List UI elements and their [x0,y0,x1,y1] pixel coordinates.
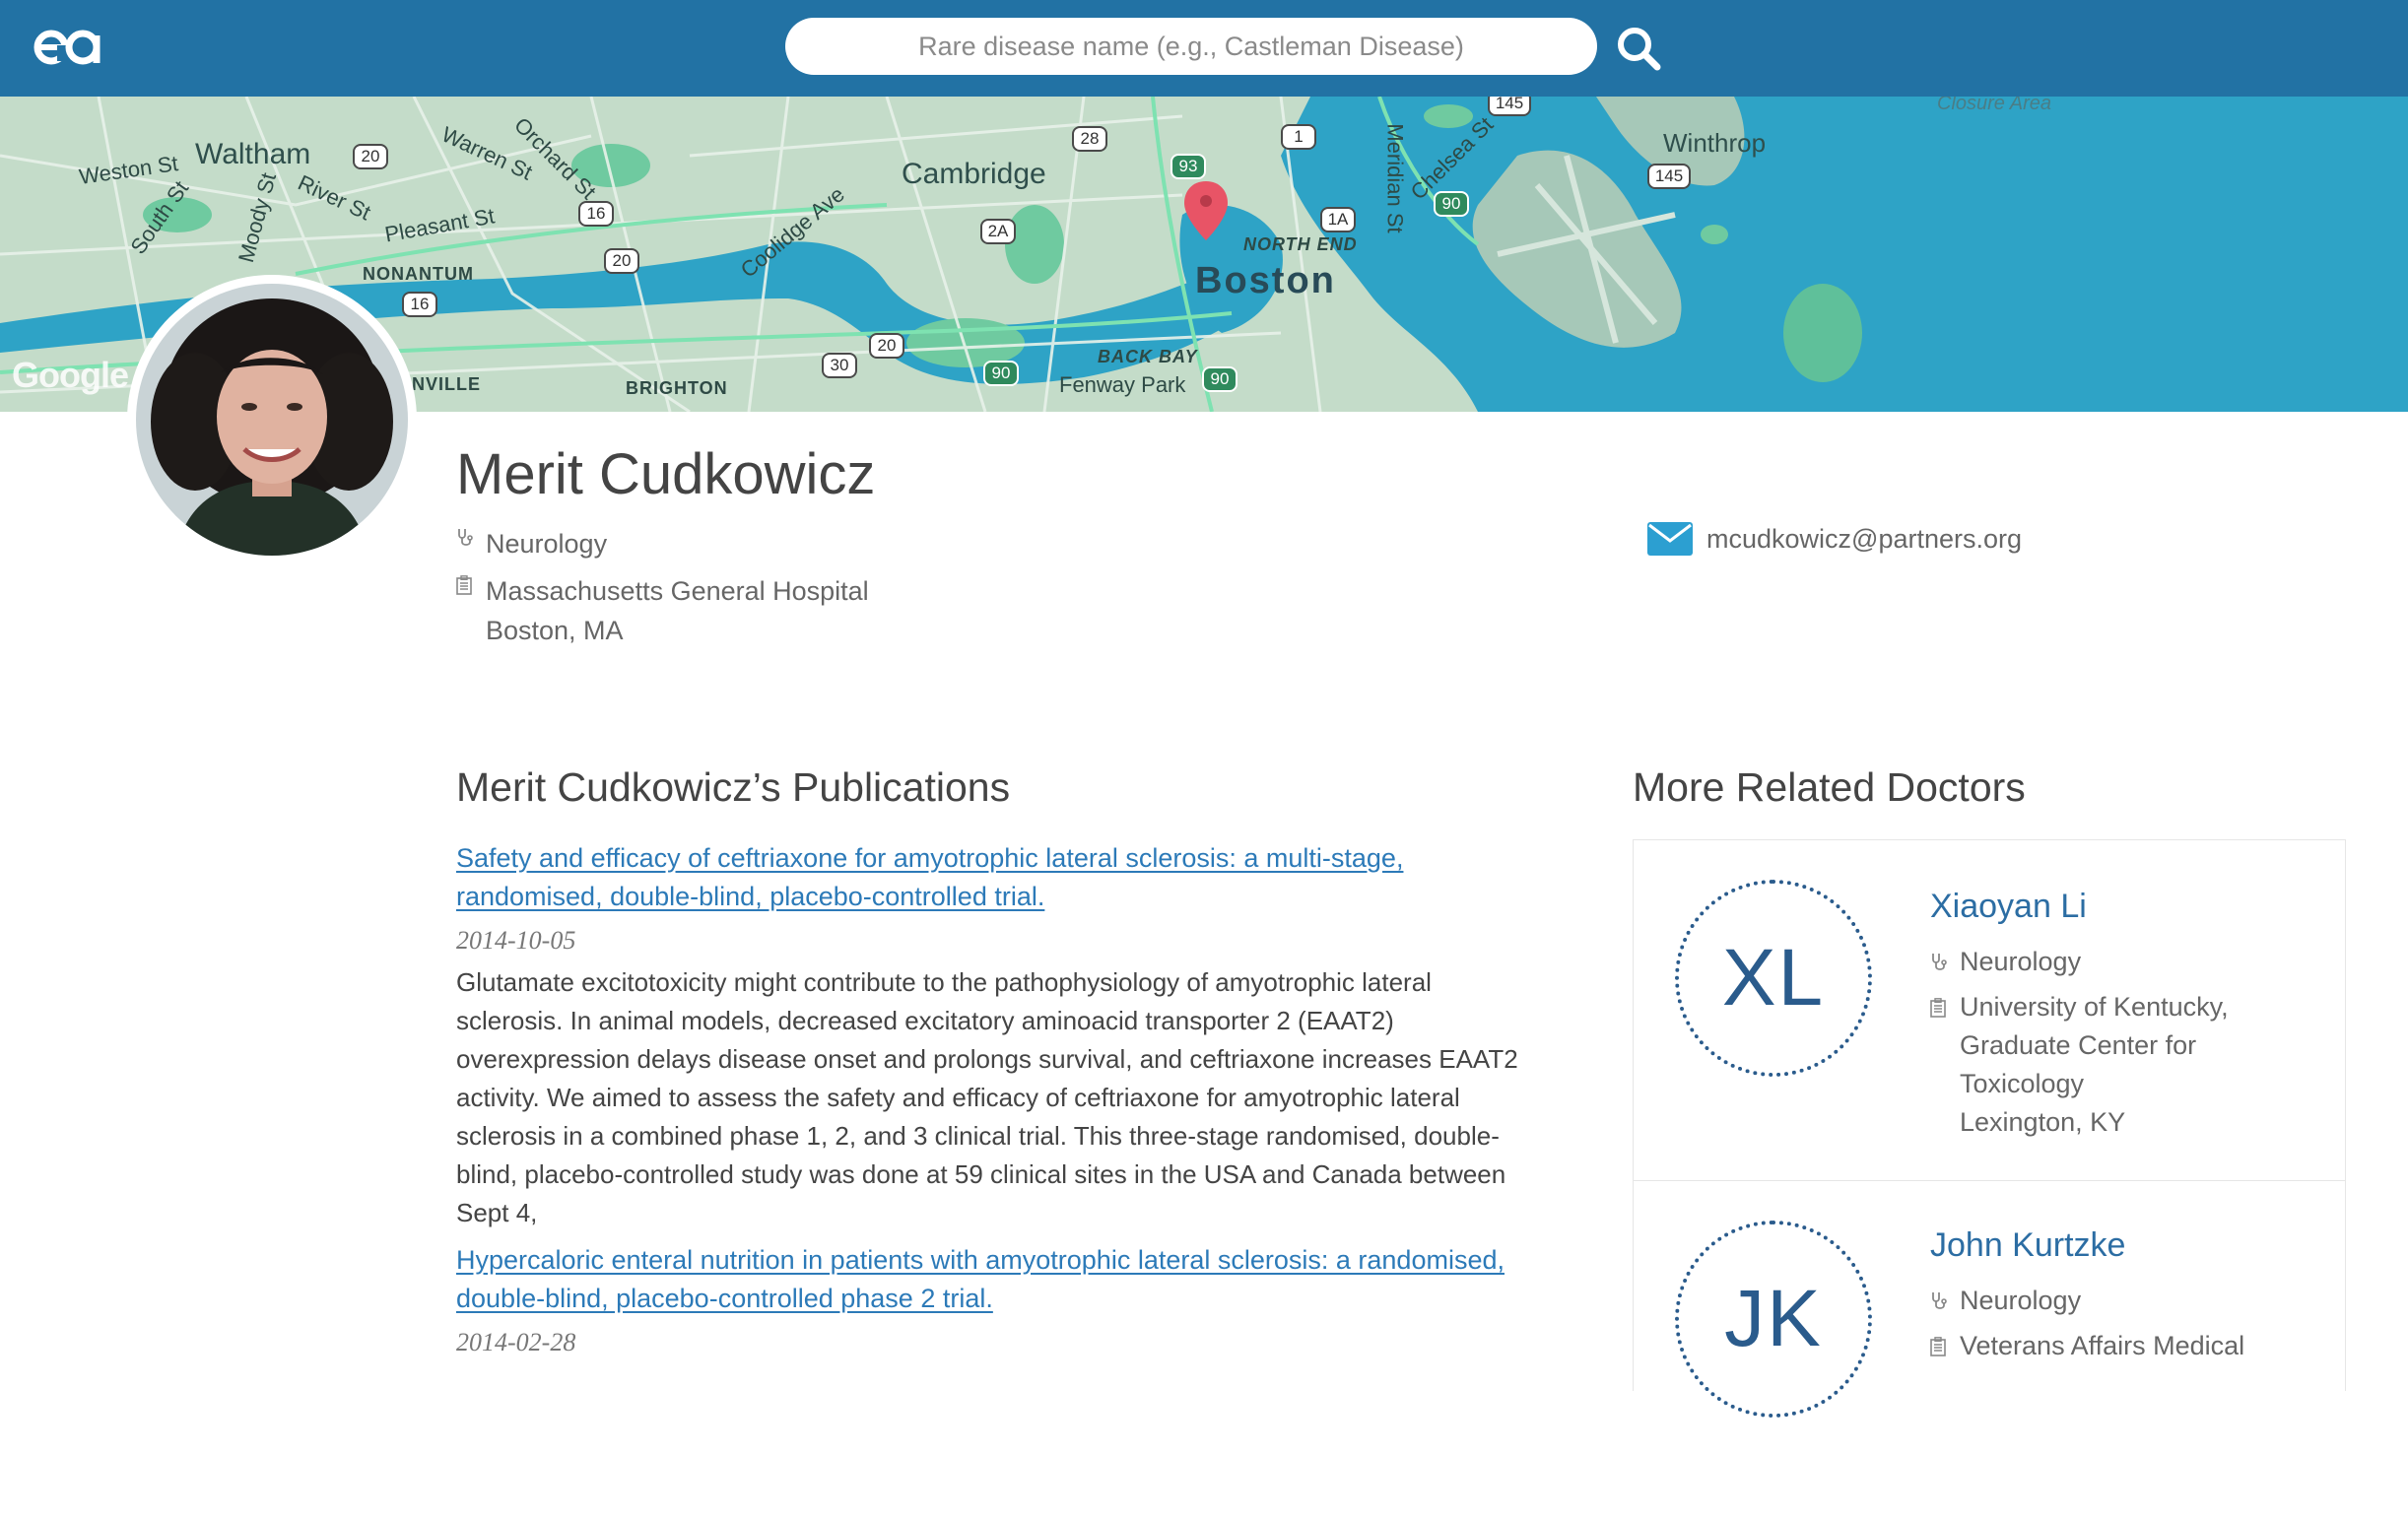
map-label-north-end: NORTH END [1243,234,1358,254]
related-doctor-hospital-row: Veterans Affairs Medical [1930,1327,2244,1365]
map-label-nonantum: NONANTUM [363,264,474,284]
route-shield: 20 [604,248,639,274]
related-doctor-card[interactable]: XL Xiaoyan Li Neurology University of Ke… [1634,840,2345,1180]
map-label-cambridge: Cambridge [902,158,1046,190]
map-label-boston: Boston [1195,260,1336,301]
related-doctors-heading: More Related Doctors [1633,764,2026,810]
doctor-hospital: Massachusetts General Hospital [486,576,869,606]
stethoscope-icon [456,524,486,548]
related-doctor-name-link[interactable]: Xiaoyan Li [1930,888,2087,926]
hospital-row: Massachusetts General Hospital Boston, M… [456,571,869,650]
route-shield: 28 [1072,126,1107,152]
publication-item: Safety and efficacy of ceftriaxone for a… [456,839,1540,1232]
stethoscope-icon [1930,943,1960,979]
doctor-location: Boston, MA [486,616,624,645]
route-shield: 1 [1281,124,1316,150]
route-shield: 16 [402,292,437,317]
search-input[interactable] [785,18,1597,75]
related-doctor-specialty: Neurology [1960,947,2082,976]
related-doctor-name-link[interactable]: John Kurtzke [1930,1226,2125,1265]
route-shield: 93 [1171,154,1206,179]
route-shield: 90 [1434,191,1469,217]
related-doctor-hospital-line: Toxicology [1960,1069,2085,1098]
related-doctor-specialty-row: Neurology [1930,943,2081,981]
route-shield: 20 [869,333,904,359]
ea-logo-icon[interactable] [32,24,102,71]
related-doctor-hospital-line: University of Kentucky, [1960,992,2229,1022]
map-label-waltham: Waltham [195,138,311,170]
map-label-newtonville: NVILLE [412,374,482,394]
doctor-email-link[interactable]: mcudkowicz@partners.org [1706,524,2022,555]
publication-item: Hypercaloric enteral nutrition in patien… [456,1241,1540,1361]
map-label-brighton: BRIGHTON [626,378,728,398]
map-label-fenway-park: Fenway Park [1059,372,1186,397]
publication-date: 2014-10-05 [456,926,576,955]
doctor-initials-avatar: JK [1675,1221,1872,1418]
map-label-closure-area: Closure Area [1937,97,2051,114]
route-shield: 90 [1202,366,1237,392]
specialty-row: Neurology [456,524,607,563]
email-row: mcudkowicz@partners.org [1647,522,2022,556]
map-label-back-bay: BACK BAY [1098,347,1198,366]
related-doctor-location: Lexington, KY [1960,1107,2126,1137]
google-watermark: Google [12,355,129,395]
route-shield: 20 [353,144,388,169]
doctor-photo [136,284,408,556]
route-shield: 2A [980,219,1016,244]
route-shield: 16 [578,201,614,227]
doctor-initials-avatar: XL [1675,880,1872,1077]
publication-date: 2014-02-28 [456,1328,576,1356]
publications-heading: Merit Cudkowicz’s Publications [456,764,1011,810]
related-doctor-specialty-row: Neurology [1930,1282,2081,1320]
related-doctors-list: XL Xiaoyan Li Neurology University of Ke… [1633,839,2346,1418]
top-navigation-bar [0,0,2408,97]
route-shield: 145 [1647,164,1691,189]
related-doctor-card[interactable]: JK John Kurtzke Neurology Veterans Affai… [1634,1180,2345,1520]
map-label-meridian-st: Meridian St [1382,123,1408,233]
hospital-icon [1930,988,1960,1024]
related-doctor-hospital-line: Graduate Center for [1960,1030,2197,1060]
publication-title-link[interactable]: Hypercaloric enteral nutrition in patien… [456,1241,1540,1318]
route-shield: 30 [822,353,857,378]
doctor-name: Merit Cudkowicz [456,442,876,506]
route-shield: 1A [1320,207,1356,232]
hospital-icon [1930,1327,1960,1363]
search-icon[interactable] [1614,24,1663,73]
related-doctor-hospital-row: University of Kentucky, Graduate Center … [1930,988,2229,1142]
publication-title-link[interactable]: Safety and efficacy of ceftriaxone for a… [456,839,1540,916]
doctor-avatar [127,275,417,564]
doctor-specialty: Neurology [486,529,608,559]
map-label-winthrop: Winthrop [1663,128,1767,158]
hospital-icon [456,571,486,595]
stethoscope-icon [1930,1282,1960,1318]
route-shield: 90 [983,361,1019,386]
envelope-icon [1647,522,1693,556]
publication-abstract: Glutamate excitotoxicity might contribut… [456,967,1518,1227]
related-doctor-specialty: Neurology [1960,1286,2082,1315]
related-doctor-hospital-line: Veterans Affairs Medical [1960,1331,2245,1360]
route-shield: 145 [1488,97,1531,116]
